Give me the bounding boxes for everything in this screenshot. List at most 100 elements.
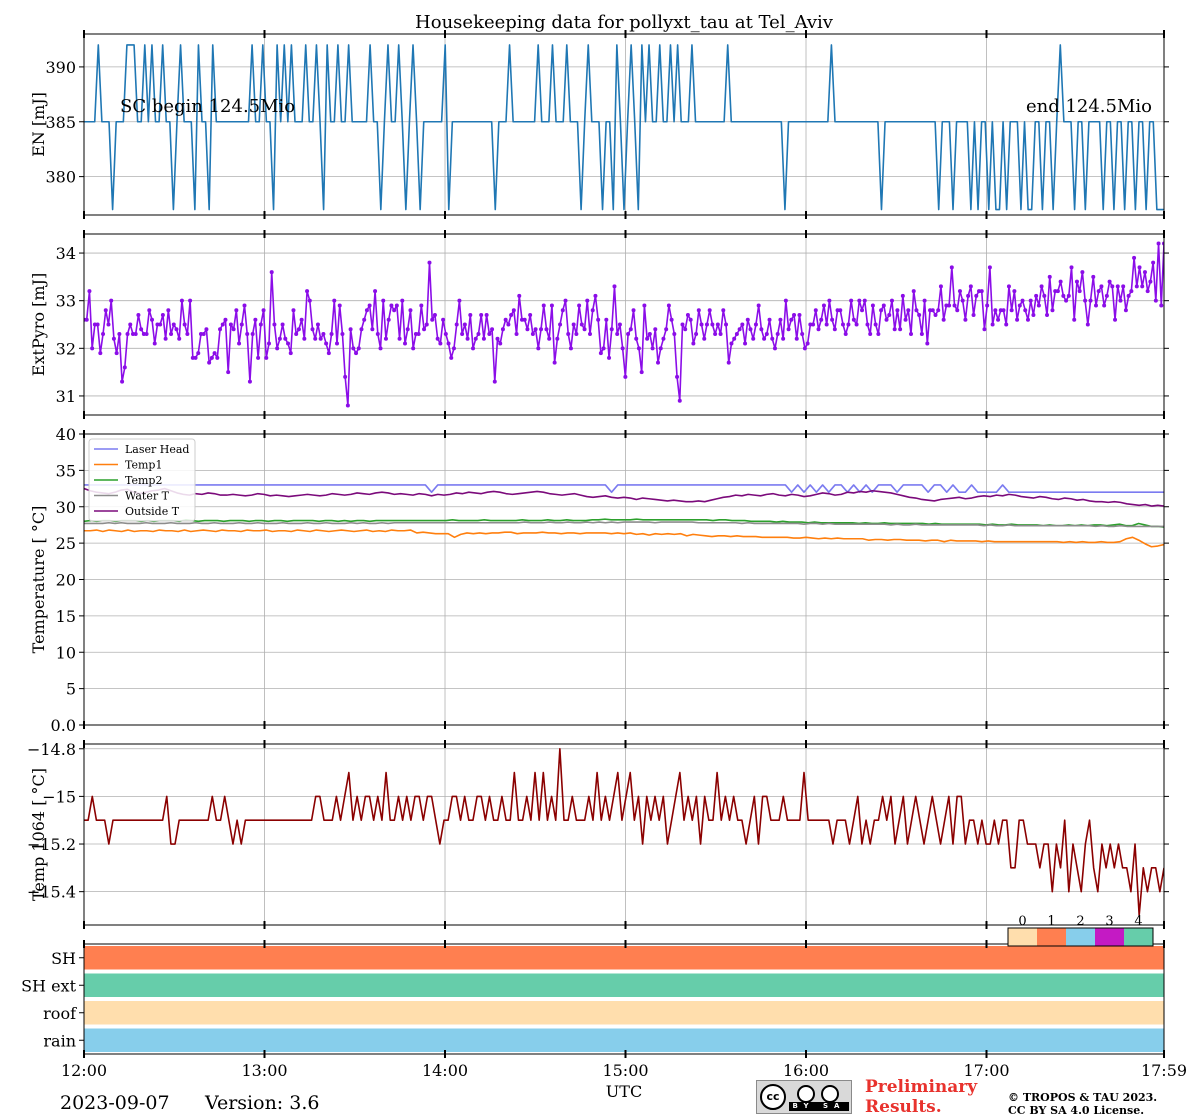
cc-sa-icon xyxy=(821,1085,839,1103)
data-point-1-0 xyxy=(816,327,821,332)
copyright-line-2: CC BY SA 4.0 License. xyxy=(1008,1104,1145,1117)
cc-icon: cc xyxy=(760,1084,786,1110)
data-point-1-0 xyxy=(955,308,960,313)
data-point-1-0 xyxy=(555,336,560,341)
data-point-1-0 xyxy=(231,327,236,332)
data-point-1-0 xyxy=(696,308,701,313)
data-point-1-0 xyxy=(487,332,492,337)
data-point-1-0 xyxy=(664,327,669,332)
colorbar-cell-4 xyxy=(1124,928,1153,946)
data-point-1-0 xyxy=(432,312,437,317)
data-point-1-0 xyxy=(291,308,296,313)
data-point-1-0 xyxy=(277,336,282,341)
legend-entry: Temp2 xyxy=(125,474,162,487)
data-point-1-0 xyxy=(974,293,979,298)
data-point-1-0 xyxy=(343,374,348,379)
data-point-1-0 xyxy=(1036,303,1041,308)
data-point-1-0 xyxy=(843,332,848,337)
data-point-1-0 xyxy=(566,332,571,337)
data-point-1-0 xyxy=(647,332,652,337)
data-point-1-0 xyxy=(253,317,258,322)
data-point-1-0 xyxy=(87,289,92,294)
data-point-1-0 xyxy=(985,303,990,308)
data-point-1-0 xyxy=(378,346,383,351)
data-point-1-0 xyxy=(658,346,663,351)
data-point-1-0 xyxy=(764,332,769,337)
data-point-1-0 xyxy=(1085,322,1090,327)
data-point-1-0 xyxy=(762,336,767,341)
data-point-1-0 xyxy=(256,355,261,360)
y-axis-label-2: Temperature [ °C] xyxy=(29,506,48,654)
series-line-2-4 xyxy=(84,487,1164,507)
data-point-1-0 xyxy=(661,336,666,341)
data-point-1-0 xyxy=(909,332,913,337)
data-point-1-0 xyxy=(193,355,198,360)
panel-frame-0 xyxy=(83,33,1165,216)
copyright-line-1: © TROPOS & TAU 2023. xyxy=(1008,1091,1158,1104)
data-point-1-0 xyxy=(305,289,310,294)
data-point-1-0 xyxy=(1093,303,1098,308)
data-point-1-0 xyxy=(313,336,318,341)
data-point-1-0 xyxy=(223,317,228,322)
data-point-1-0 xyxy=(919,332,924,337)
data-point-1-0 xyxy=(1077,289,1082,294)
data-point-1-0 xyxy=(150,317,155,322)
data-point-1-0 xyxy=(498,341,503,346)
data-point-1-0 xyxy=(805,341,810,346)
series-line-2-1 xyxy=(84,529,1164,548)
legend-entry: Water T xyxy=(125,490,170,503)
data-point-1-0 xyxy=(424,322,429,327)
data-point-1-0 xyxy=(1015,317,1020,322)
data-point-1-0 xyxy=(634,336,639,341)
data-point-1-0 xyxy=(163,336,168,341)
data-point-1-0 xyxy=(147,308,152,313)
data-point-1-0 xyxy=(1025,317,1030,322)
data-point-1-0 xyxy=(106,322,111,327)
data-point-1-0 xyxy=(1004,322,1009,327)
data-point-1-0 xyxy=(1126,293,1131,298)
data-point-1-0 xyxy=(302,336,307,341)
data-point-1-0 xyxy=(283,336,288,341)
data-point-1-0 xyxy=(335,341,339,346)
data-point-1-0 xyxy=(139,327,144,332)
data-point-1-0 xyxy=(166,308,171,313)
data-point-1-0 xyxy=(617,322,622,327)
y-tick-label-2: 10 xyxy=(56,643,76,662)
data-point-1-0 xyxy=(340,332,345,337)
data-point-1-0 xyxy=(125,332,130,337)
data-point-1-0 xyxy=(354,351,359,356)
data-point-1-0 xyxy=(1123,308,1128,313)
data-point-1-0 xyxy=(889,298,894,303)
data-point-1-0 xyxy=(1153,298,1158,303)
data-point-1-0 xyxy=(525,327,530,332)
data-point-1-0 xyxy=(451,346,456,351)
data-point-1-0 xyxy=(441,317,446,322)
data-point-1-0 xyxy=(626,332,631,337)
y-tick-label-2: 5 xyxy=(66,680,76,699)
data-point-1-0 xyxy=(245,332,250,337)
data-point-1-0 xyxy=(514,332,519,337)
data-point-1-0 xyxy=(158,322,163,327)
data-point-1-0 xyxy=(362,317,367,322)
data-point-1-0 xyxy=(111,336,116,341)
data-point-1-0 xyxy=(1064,298,1069,303)
data-point-1-0 xyxy=(860,308,865,313)
series-line-3-0 xyxy=(84,747,1164,917)
x-tick-label: 17:59 xyxy=(1141,1061,1187,1080)
data-point-1-0 xyxy=(128,322,133,327)
data-point-1-0 xyxy=(552,360,557,365)
data-point-1-0 xyxy=(930,308,935,313)
data-point-1-0 xyxy=(310,327,315,332)
data-point-1-0 xyxy=(1121,284,1126,289)
data-point-1-0 xyxy=(438,341,443,346)
data-point-1-0 xyxy=(136,312,141,317)
data-point-1-0 xyxy=(171,322,176,327)
data-point-1-0 xyxy=(549,303,554,308)
data-point-1-0 xyxy=(98,351,103,356)
colorbar-cell-3 xyxy=(1095,928,1124,946)
data-point-1-0 xyxy=(530,332,535,337)
data-point-1-0 xyxy=(601,346,606,351)
data-point-1-0 xyxy=(685,312,690,317)
data-point-1-0 xyxy=(1045,312,1050,317)
data-point-1-0 xyxy=(832,327,837,332)
